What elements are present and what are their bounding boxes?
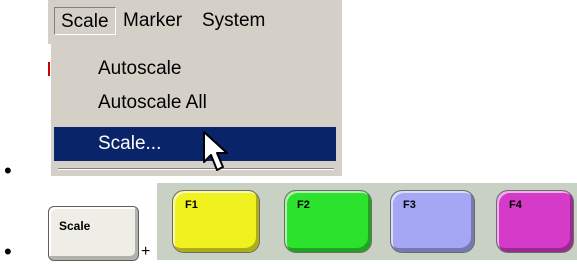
scale-hardkey[interactable]: Scale (48, 206, 139, 261)
menu-separator (58, 168, 334, 170)
f4-key[interactable]: F4 (496, 190, 574, 253)
f4-key-label: F4 (509, 199, 522, 211)
menu-marker[interactable]: Marker (117, 7, 188, 35)
red-edge-mark (48, 62, 50, 76)
bullet-menu-step: • (4, 158, 12, 183)
menu-item-autoscale[interactable]: Autoscale (54, 52, 336, 86)
menu-screenshot: Scale Marker System Autoscale Autoscale … (48, 0, 342, 176)
f2-key-label: F2 (297, 199, 310, 211)
plus-sign: + (141, 243, 151, 260)
menubar: Scale Marker System (48, 0, 342, 40)
f3-key-label: F3 (403, 199, 416, 211)
menu-system[interactable]: System (196, 7, 271, 35)
menu-item-scale-dialog[interactable]: Scale... (54, 127, 336, 161)
f3-key[interactable]: F3 (390, 190, 475, 253)
mouse-pointer-icon (203, 131, 228, 171)
f2-key[interactable]: F2 (284, 190, 372, 253)
menu-scale[interactable]: Scale (54, 7, 116, 35)
menu-item-autoscale-all[interactable]: Autoscale All (54, 86, 336, 120)
f1-key[interactable]: F1 (172, 190, 260, 253)
scale-key-label: Scale (59, 219, 91, 233)
f1-key-label: F1 (185, 199, 198, 211)
